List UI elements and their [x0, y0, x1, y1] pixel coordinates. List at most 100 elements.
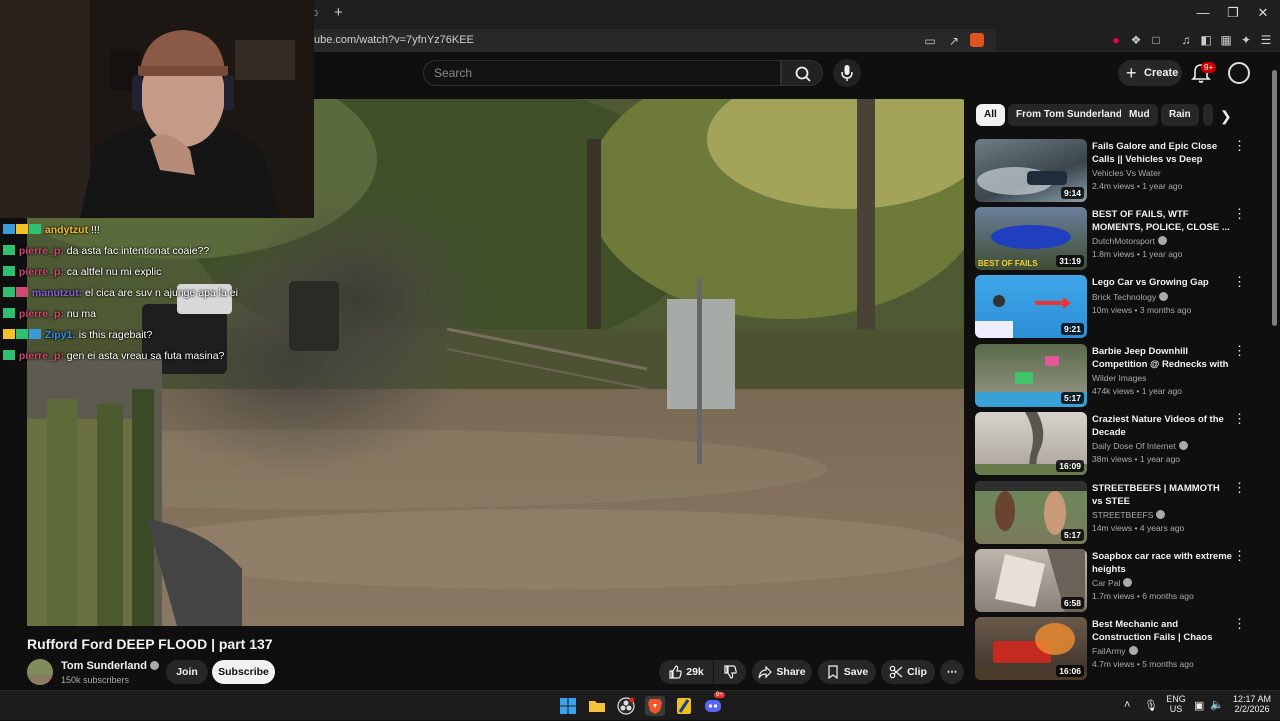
- new-tab-button[interactable]: +: [334, 4, 343, 21]
- video-thumbnail[interactable]: 5:17: [975, 344, 1087, 407]
- recommendation-channel[interactable]: DutchMotorsport: [1092, 236, 1167, 246]
- video-thumbnail[interactable]: BEST OF FAILS 31:19: [975, 207, 1087, 270]
- video-thumbnail[interactable]: 9:21: [975, 275, 1087, 338]
- leo-icon[interactable]: ✦: [1238, 32, 1254, 48]
- recommendation-title[interactable]: Fails Galore and Epic Close Calls || Veh…: [1092, 140, 1232, 166]
- channel-text[interactable]: DutchMotorsport: [1092, 236, 1155, 246]
- recommendation-title[interactable]: Craziest Nature Videos of the Decade: [1092, 413, 1232, 439]
- recommendation-item[interactable]: 16:06 Best Mechanic and Construction Fai…: [975, 617, 1265, 681]
- recommendation-channel[interactable]: Brick Technology: [1092, 292, 1169, 302]
- kebab-menu-icon[interactable]: ⋮: [1233, 549, 1246, 562]
- clip-button[interactable]: Clip: [881, 660, 935, 684]
- channel-text[interactable]: Daily Dose Of Internet: [1092, 441, 1176, 451]
- chip-rain[interactable]: Rain: [1161, 104, 1199, 126]
- clock[interactable]: 12:17 AM 2/2/2026: [1228, 694, 1276, 714]
- dislike-button[interactable]: [714, 660, 746, 684]
- close-window-icon[interactable]: ✕: [1248, 5, 1278, 21]
- tab-icon[interactable]: □: [1148, 32, 1164, 48]
- app-icon[interactable]: [674, 696, 694, 716]
- channel-text[interactable]: Car Pal: [1092, 578, 1120, 588]
- like-button[interactable]: 29k: [659, 660, 713, 684]
- voice-search-button[interactable]: [833, 59, 861, 87]
- recommendation-item[interactable]: 9:14 Fails Galore and Epic Close Calls |…: [975, 139, 1265, 203]
- recommendation-item[interactable]: 5:17 Barbie Jeep Downhill Competition @ …: [975, 344, 1265, 408]
- windows-start-icon[interactable]: [558, 696, 578, 716]
- music-icon[interactable]: ♫: [1178, 32, 1194, 48]
- kebab-menu-icon[interactable]: ⋮: [1233, 617, 1246, 630]
- save-button[interactable]: Save: [818, 660, 876, 684]
- sidebar-icon[interactable]: ◧: [1198, 32, 1214, 48]
- channel-name[interactable]: Tom Sunderland: [61, 660, 159, 672]
- video-thumbnail[interactable]: 9:14: [975, 139, 1087, 202]
- scrollbar-thumb[interactable]: [1272, 70, 1277, 326]
- recommendation-item[interactable]: 5:17 STREETBEEFS | MAMMOTH vs STEE STREE…: [975, 481, 1265, 545]
- more-actions-button[interactable]: ⋯: [940, 660, 964, 684]
- recommendation-channel[interactable]: Car Pal: [1092, 578, 1133, 588]
- share-button[interactable]: Share: [752, 660, 812, 684]
- discord-icon[interactable]: 9+: [703, 692, 725, 716]
- obs-icon[interactable]: [616, 696, 636, 716]
- video-thumbnail[interactable]: 6:58: [975, 549, 1087, 612]
- extension-icon[interactable]: ●: [1108, 32, 1124, 48]
- chat-username[interactable]: pierre_p:: [19, 266, 64, 278]
- tray-chevron-icon[interactable]: ˄: [1124, 699, 1130, 711]
- chat-username[interactable]: manutzut:: [32, 287, 82, 299]
- channel-text[interactable]: FailArmy: [1092, 646, 1126, 656]
- search-input[interactable]: [434, 66, 764, 80]
- video-thumbnail[interactable]: 16:06: [975, 617, 1087, 680]
- recommendation-title[interactable]: Barbie Jeep Downhill Competition @ Redne…: [1092, 345, 1232, 371]
- page-scrollbar[interactable]: [1271, 62, 1277, 690]
- recommendation-title[interactable]: STREETBEEFS | MAMMOTH vs STEE: [1092, 482, 1232, 508]
- join-button[interactable]: Join: [166, 660, 208, 684]
- network-icon[interactable]: ▣: [1194, 699, 1204, 712]
- chat-username[interactable]: andytzut: [45, 224, 88, 236]
- recommendation-title[interactable]: BEST OF FAILS, WTF MOMENTS, POLICE, CLOS…: [1092, 208, 1232, 234]
- menu-icon[interactable]: ☰: [1258, 32, 1274, 48]
- create-button[interactable]: + Create: [1118, 60, 1182, 86]
- kebab-menu-icon[interactable]: ⋮: [1233, 139, 1246, 152]
- recommendation-item[interactable]: 6:58 Soapbox car race with extreme heigh…: [975, 549, 1265, 613]
- chip-all[interactable]: All: [976, 104, 1005, 126]
- file-explorer-icon[interactable]: [587, 696, 607, 716]
- cast-icon[interactable]: ▭: [922, 33, 938, 49]
- recommendation-channel[interactable]: Wilder Images: [1092, 373, 1146, 383]
- share-page-icon[interactable]: ↗: [946, 33, 962, 49]
- channel-name-text[interactable]: Tom Sunderland: [61, 660, 147, 672]
- volume-icon[interactable]: 🔈: [1210, 698, 1224, 711]
- chat-username[interactable]: pierre_p:: [19, 350, 64, 362]
- kebab-menu-icon[interactable]: ⋮: [1233, 481, 1246, 494]
- subscribe-button[interactable]: Subscribe: [212, 660, 275, 684]
- kebab-menu-icon[interactable]: ⋮: [1233, 412, 1246, 425]
- recommendation-title[interactable]: Best Mechanic and Construction Fails | C…: [1092, 618, 1232, 644]
- recommendation-title[interactable]: Lego Car vs Growing Gap: [1092, 276, 1232, 289]
- minimize-icon[interactable]: —: [1188, 5, 1218, 20]
- recommendation-item[interactable]: BEST OF FAILS 31:19 BEST OF FAILS, WTF M…: [975, 207, 1265, 271]
- video-thumbnail[interactable]: 5:17: [975, 481, 1087, 544]
- chip-mud[interactable]: Mud: [1121, 104, 1158, 126]
- channel-text[interactable]: STREETBEEFS: [1092, 510, 1153, 520]
- account-avatar[interactable]: [1228, 62, 1250, 84]
- chat-username[interactable]: Zipy1:: [45, 329, 76, 341]
- chat-username[interactable]: pierre_p:: [19, 245, 64, 257]
- chip-partial[interactable]: [1203, 104, 1213, 126]
- recommendation-title[interactable]: Soapbox car race with extreme heights: [1092, 550, 1232, 576]
- tray-mic-icon[interactable]: 🎙: [1144, 699, 1158, 712]
- brave-browser-icon[interactable]: [645, 696, 665, 716]
- kebab-menu-icon[interactable]: ⋮: [1233, 275, 1246, 288]
- recommendation-channel[interactable]: STREETBEEFS: [1092, 510, 1166, 520]
- chat-username[interactable]: pierre_p:: [19, 308, 64, 320]
- language-indicator[interactable]: ENG US: [1164, 694, 1188, 714]
- recommendation-item[interactable]: 9:21 Lego Car vs Growing Gap Brick Techn…: [975, 275, 1265, 339]
- recommendation-channel[interactable]: Daily Dose Of Internet: [1092, 441, 1188, 451]
- puzzle-icon[interactable]: ❖: [1128, 32, 1144, 48]
- kebab-menu-icon[interactable]: ⋮: [1233, 207, 1246, 220]
- channel-text[interactable]: Brick Technology: [1092, 292, 1156, 302]
- kebab-menu-icon[interactable]: ⋮: [1233, 344, 1246, 357]
- restore-icon[interactable]: ❐: [1218, 5, 1248, 21]
- wallet-icon[interactable]: ▦: [1218, 32, 1234, 48]
- video-thumbnail[interactable]: 16:09: [975, 412, 1087, 475]
- channel-avatar[interactable]: [27, 659, 53, 685]
- search-button[interactable]: [781, 60, 823, 86]
- url-field[interactable]: ube.com/watch?v=7yfnYz76KEE ▭ ↗: [306, 29, 996, 51]
- recommendation-channel[interactable]: FailArmy: [1092, 646, 1138, 656]
